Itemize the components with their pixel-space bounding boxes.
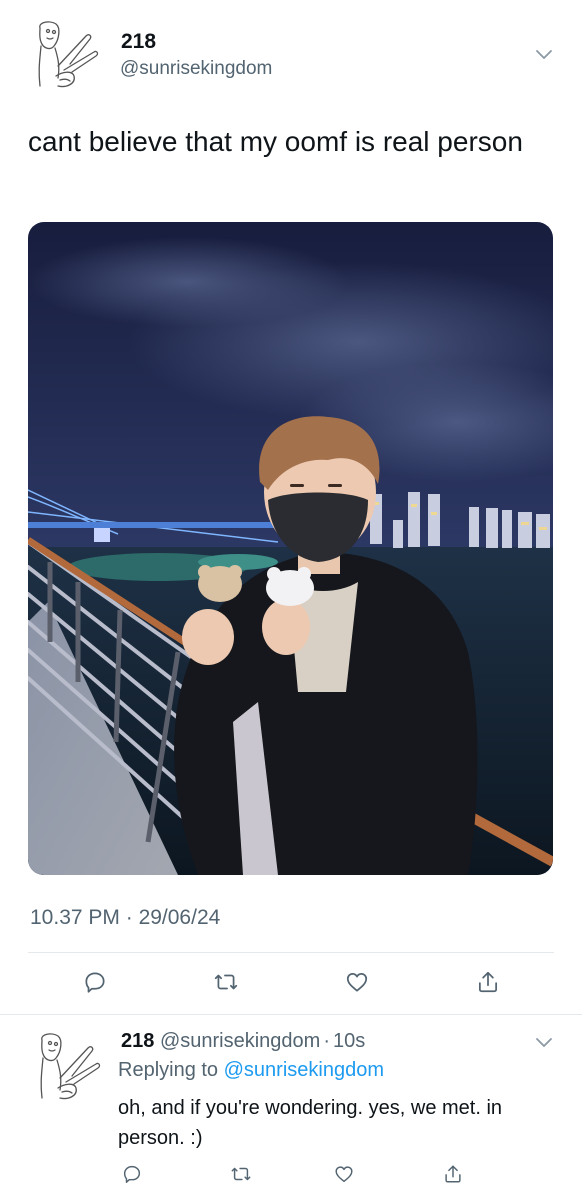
timestamp-separator: · (119, 906, 139, 929)
reply-like-button[interactable] (328, 1158, 360, 1190)
reply-text: oh, and if you're wondering. yes, we met… (118, 1097, 503, 1149)
share-icon (479, 971, 497, 993)
heart-icon (346, 973, 368, 992)
replying-to-handle[interactable]: @sunrisekingdom (224, 1059, 384, 1081)
retweet-button[interactable] (210, 966, 242, 998)
reply-handle[interactable]: @sunrisekingdom (160, 1030, 320, 1052)
replying-to-prefix: Replying to (118, 1059, 219, 1081)
reply-button[interactable] (79, 966, 111, 998)
tweet-text: cant believe that my oomf is real person (28, 126, 523, 157)
tweet-handle[interactable]: @sunrisekingdom (120, 58, 272, 80)
reply-avatar[interactable] (30, 1030, 102, 1102)
reply-reply-button[interactable] (116, 1158, 148, 1190)
replying-to: Replying to @sunrisekingdom (118, 1059, 384, 1082)
reply-dot: · (323, 1030, 330, 1052)
avatar-doodle-icon (38, 21, 99, 88)
like-button[interactable] (341, 966, 373, 998)
tweet-timestamp[interactable]: 10.37 PM · 29/06/24 (30, 906, 220, 930)
comment-icon (123, 1165, 141, 1183)
reply-more-button[interactable] (535, 1036, 553, 1054)
avatar-doodle-icon (40, 1033, 101, 1100)
share-button[interactable] (472, 966, 504, 998)
tweet-photo[interactable] (28, 222, 553, 875)
reply-retweet-button[interactable] (225, 1158, 257, 1190)
tweet-display-name[interactable]: 218 (121, 30, 156, 54)
share-icon (445, 1165, 461, 1183)
section-divider (0, 1014, 582, 1015)
tweet-divider (28, 952, 554, 953)
comment-icon (85, 972, 105, 993)
tweet-avatar[interactable] (28, 18, 100, 90)
retweet-icon (231, 1167, 251, 1181)
reply-header: 218 @sunrisekingdom · 10s (121, 1030, 365, 1053)
reply-display-name[interactable]: 218 (121, 1030, 154, 1052)
tweet-more-button[interactable] (535, 48, 553, 66)
tweet-time: 10.37 PM (30, 906, 120, 929)
reply-age[interactable]: 10s (333, 1030, 365, 1052)
reply-share-button[interactable] (437, 1158, 469, 1190)
chevron-down-icon (536, 50, 552, 59)
retweet-icon (214, 974, 238, 990)
heart-icon (335, 1166, 353, 1183)
chevron-down-icon (536, 1038, 552, 1047)
night-harbor-photo (28, 222, 553, 875)
tweet-date: 29/06/24 (138, 906, 221, 929)
